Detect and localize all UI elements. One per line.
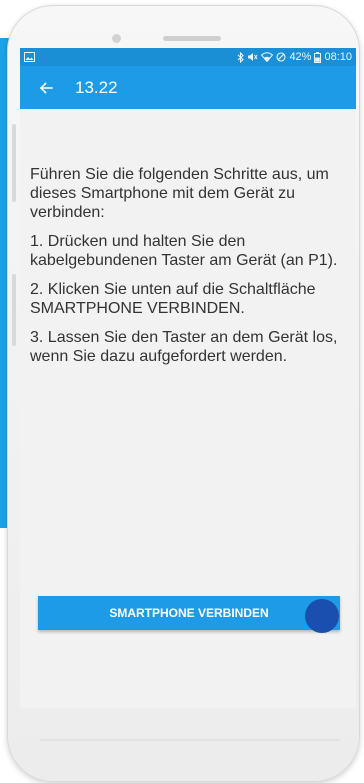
- back-button[interactable]: [28, 66, 64, 109]
- bluetooth-icon: [237, 51, 245, 63]
- clock: 08:10: [324, 51, 352, 63]
- intro-text: Führen Sie die folgenden Schritte aus, u…: [30, 166, 329, 221]
- connect-smartphone-button[interactable]: SMARTPHONE VERBINDEN: [38, 596, 340, 630]
- step-3-text: 3. Lassen Sie den Taster an dem Gerät lo…: [30, 329, 338, 365]
- step-2-text: 2. Klicken Sie unten auf die Schaltfläch…: [30, 281, 316, 317]
- volume-button: [12, 124, 16, 202]
- front-camera: [112, 34, 121, 43]
- bixby-button: [12, 274, 16, 346]
- image-icon: [24, 52, 35, 62]
- arrow-left-icon: [39, 81, 53, 94]
- touch-indicator: [305, 599, 339, 633]
- alarm-off-icon: [276, 52, 286, 62]
- phone-screen: 42% 08:10 13.22 Führen Sie die folgenden…: [20, 48, 356, 708]
- step-1-text: 1. Drücken und halten Sie den kabelgebun…: [30, 233, 338, 269]
- page-title: 13.22: [75, 77, 118, 97]
- battery-percent: 42%: [289, 51, 312, 63]
- earpiece: [163, 36, 221, 41]
- app-bar: 13.22: [20, 66, 356, 109]
- instructions-text: Führen Sie die folgenden Schritte aus, u…: [30, 165, 348, 376]
- bottom-bezel: [40, 739, 340, 741]
- status-bar: 42% 08:10: [20, 48, 356, 66]
- battery-icon: [314, 51, 322, 63]
- mute-icon: [247, 52, 258, 62]
- wifi-icon: [261, 52, 274, 62]
